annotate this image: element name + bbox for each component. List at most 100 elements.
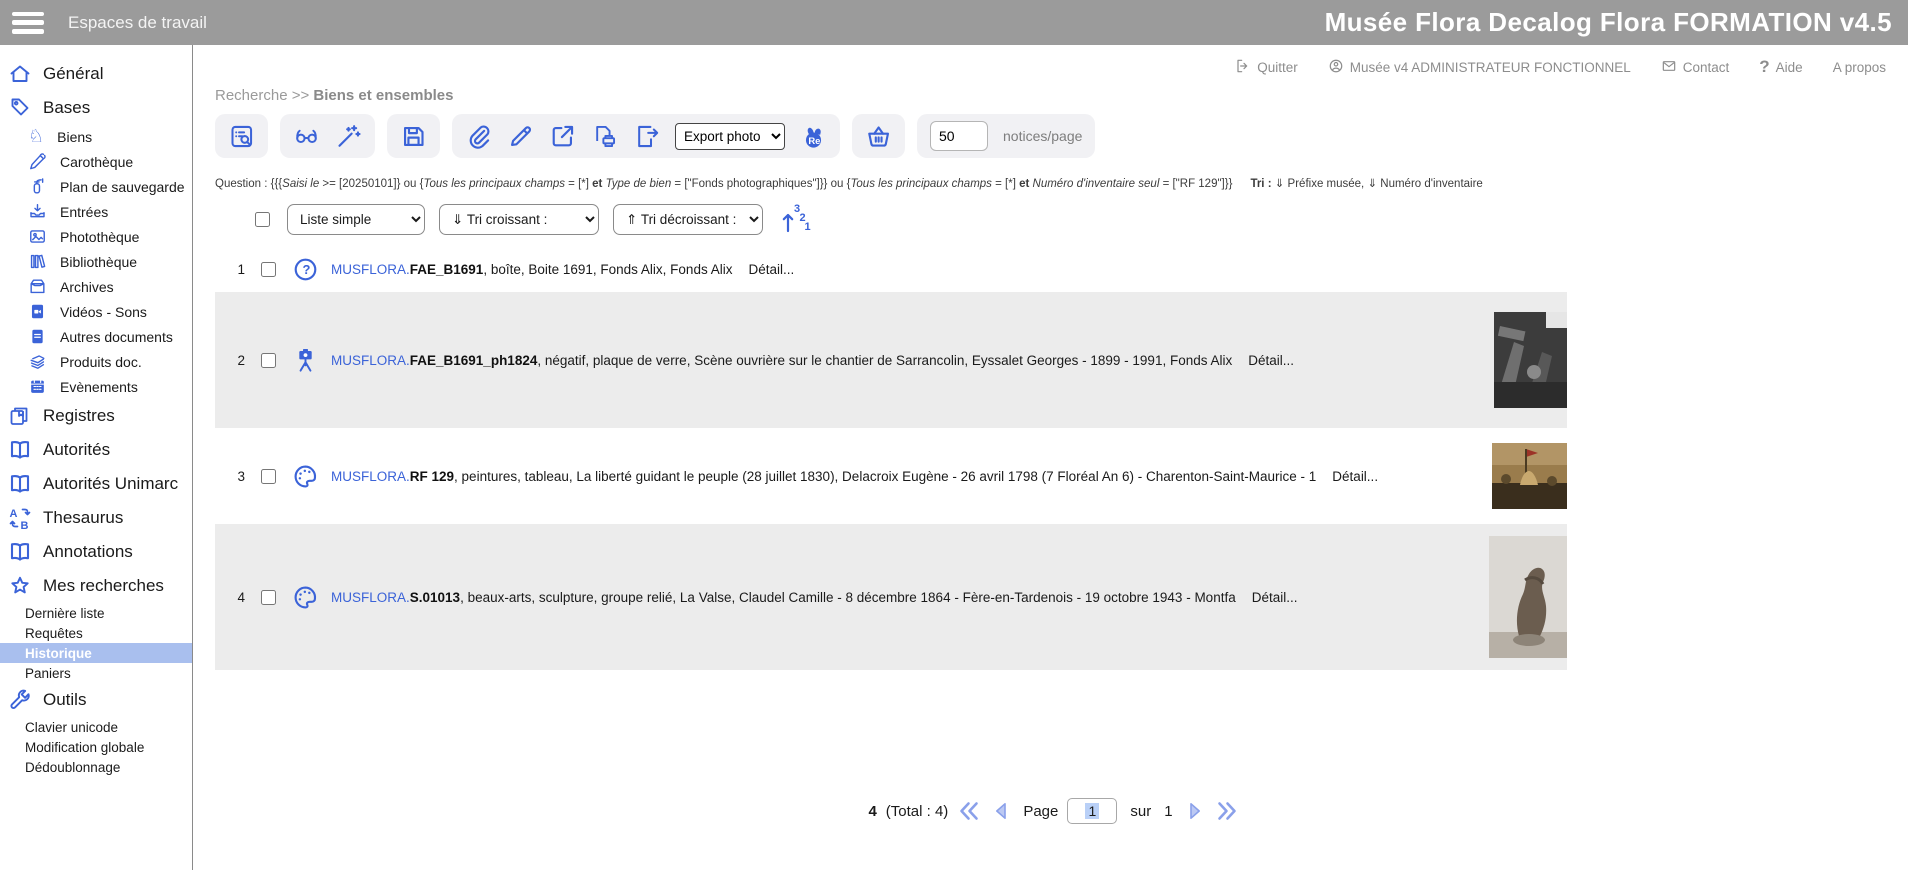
sidebar-item-label: Autorités — [43, 440, 110, 460]
re-icon: Re — [800, 123, 827, 150]
row-checkbox[interactable] — [261, 590, 276, 605]
row-checkbox[interactable] — [261, 469, 276, 484]
knight-icon: ♘ — [28, 128, 44, 146]
sidebar-item-dedoublonnage[interactable]: Dédoublonnage — [0, 757, 192, 777]
list-search-button[interactable] — [228, 123, 255, 150]
sidebar-item-produits-doc[interactable]: Produits doc. — [0, 349, 192, 374]
result-thumbnail[interactable] — [1489, 536, 1567, 658]
contact-button[interactable]: Contact — [1661, 58, 1730, 77]
sidebar-item-annotations[interactable]: Annotations — [0, 535, 192, 569]
open-external-button[interactable] — [549, 123, 576, 150]
sidebar-item-autres-documents[interactable]: Autres documents — [0, 324, 192, 349]
sidebar-item-biens[interactable]: ♘ Biens — [0, 125, 192, 149]
sidebar-item-historique[interactable]: Historique — [0, 643, 192, 663]
sidebar-item-label: Historique — [25, 646, 92, 661]
sidebar-item-label: Mes recherches — [43, 576, 164, 596]
sort-321-button[interactable]: 321 — [781, 202, 811, 236]
svg-text:1: 1 — [805, 221, 811, 233]
record-link[interactable]: MUSFLORA. — [331, 469, 410, 484]
magic-wand-button[interactable] — [335, 123, 362, 150]
export-photo-select[interactable]: Export photo — [675, 123, 785, 150]
carrot-icon — [28, 152, 47, 171]
sidebar-item-autorites[interactable]: Autorités — [0, 433, 192, 467]
page-label: Page — [1023, 803, 1058, 820]
detail-link[interactable]: Détail... — [1252, 590, 1298, 605]
next-page-button[interactable] — [1182, 799, 1206, 823]
sidebar-item-label: Bases — [43, 98, 90, 118]
sidebar-item-label: Annotations — [43, 542, 133, 562]
attach-button[interactable] — [465, 123, 492, 150]
extinguisher-icon — [28, 177, 47, 196]
record-link[interactable]: MUSFLORA. — [331, 262, 410, 277]
paperclip-icon — [465, 123, 492, 150]
sort-ascending-select[interactable]: ⇓ Tri croissant : — [439, 204, 599, 235]
sidebar-item-bases[interactable]: Bases — [0, 91, 192, 125]
edit-button[interactable] — [507, 123, 534, 150]
sidebar-item-plan-de-sauvegarde[interactable]: Plan de sauvegarde — [0, 174, 192, 199]
record-link[interactable]: MUSFLORA. — [331, 590, 410, 605]
page-input[interactable]: 1 — [1067, 798, 1117, 824]
chevron-right-icon — [1182, 799, 1206, 823]
select-all-checkbox[interactable] — [255, 212, 270, 227]
workspace-label[interactable]: Espaces de travail — [68, 13, 207, 33]
quitter-button[interactable]: Quitter — [1235, 58, 1298, 77]
basket-button[interactable] — [865, 123, 892, 150]
detail-link[interactable]: Détail... — [1248, 353, 1294, 368]
sidebar-item-bibliotheque[interactable]: Bibliothèque — [0, 249, 192, 274]
palette-icon — [292, 463, 319, 490]
print-button[interactable] — [591, 123, 618, 150]
glasses-icon — [293, 123, 320, 150]
double-chevron-right-icon — [1215, 799, 1239, 823]
doc-icon — [28, 327, 47, 346]
apropos-button[interactable]: A propos — [1833, 60, 1886, 75]
sidebar-item-entrees[interactable]: Entrées — [0, 199, 192, 224]
sidebar-item-label: Biens — [57, 129, 92, 145]
sidebar-item-outils[interactable]: Outils — [0, 683, 192, 717]
sidebar-item-derniere-liste[interactable]: Dernière liste — [0, 603, 192, 623]
palette-icon — [292, 584, 319, 611]
sidebar-item-label: Thesaurus — [43, 508, 123, 528]
previous-page-button[interactable] — [990, 799, 1014, 823]
sidebar-item-phototheque[interactable]: Photothèque — [0, 224, 192, 249]
sidebar-item-videos-sons[interactable]: Vidéos - Sons — [0, 299, 192, 324]
image-icon — [28, 227, 47, 246]
sidebar-item-archives[interactable]: Archives — [0, 274, 192, 299]
exit-icon — [1235, 58, 1251, 77]
first-page-button[interactable] — [957, 799, 981, 823]
re-button[interactable]: Re — [800, 123, 827, 150]
sidebar-item-autorites-unimarc[interactable]: Autorités Unimarc — [0, 467, 192, 501]
sidebar-item-requetes[interactable]: Requêtes — [0, 623, 192, 643]
save-button[interactable] — [400, 123, 427, 150]
list-mode-select[interactable]: Liste simple — [287, 204, 425, 235]
sidebar-item-evenements[interactable]: Evènements — [0, 374, 192, 399]
result-row: 4 MUSFLORA.S.01013, beaux-arts, sculptur… — [215, 524, 1567, 670]
sidebar-item-carotheque[interactable]: Carothèque — [0, 149, 192, 174]
user-menu[interactable]: Musée v4 ADMINISTRATEUR FONCTIONNEL — [1328, 58, 1631, 77]
sidebar-item-label: Evènements — [60, 379, 138, 395]
sidebar-item-registres[interactable]: Registres — [0, 399, 192, 433]
per-page-input[interactable] — [930, 121, 988, 151]
record-link[interactable]: MUSFLORA. — [331, 353, 410, 368]
export-file-button[interactable] — [633, 123, 660, 150]
sidebar-item-paniers[interactable]: Paniers — [0, 663, 192, 683]
menu-icon[interactable] — [12, 12, 44, 34]
sidebar-item-mes-recherches[interactable]: Mes recherches — [0, 569, 192, 603]
result-thumbnail[interactable] — [1492, 443, 1567, 509]
list-controls: Liste simple ⇓ Tri croissant : ⇑ Tri déc… — [251, 202, 1892, 236]
row-checkbox[interactable] — [261, 262, 276, 277]
last-page-button[interactable] — [1215, 799, 1239, 823]
sidebar-item-general[interactable]: Général — [0, 57, 192, 91]
user-icon — [1328, 58, 1344, 77]
sidebar-item-label: Paniers — [25, 666, 71, 681]
detail-link[interactable]: Détail... — [1332, 469, 1378, 484]
query-summary: Question : {{{Saisi le >= [20250101]} ou… — [215, 176, 1892, 190]
glasses-button[interactable] — [293, 123, 320, 150]
row-checkbox[interactable] — [261, 353, 276, 368]
result-thumbnail[interactable] — [1494, 312, 1567, 408]
sidebar-item-clavier-unicode[interactable]: Clavier unicode — [0, 717, 192, 737]
detail-link[interactable]: Détail... — [748, 262, 794, 277]
aide-button[interactable]: ? Aide — [1759, 57, 1802, 77]
sort-descending-select[interactable]: ⇑ Tri décroissant : — [613, 204, 763, 235]
sidebar-item-thesaurus[interactable]: ABThesaurus — [0, 501, 192, 535]
sidebar-item-modification-globale[interactable]: Modification globale — [0, 737, 192, 757]
